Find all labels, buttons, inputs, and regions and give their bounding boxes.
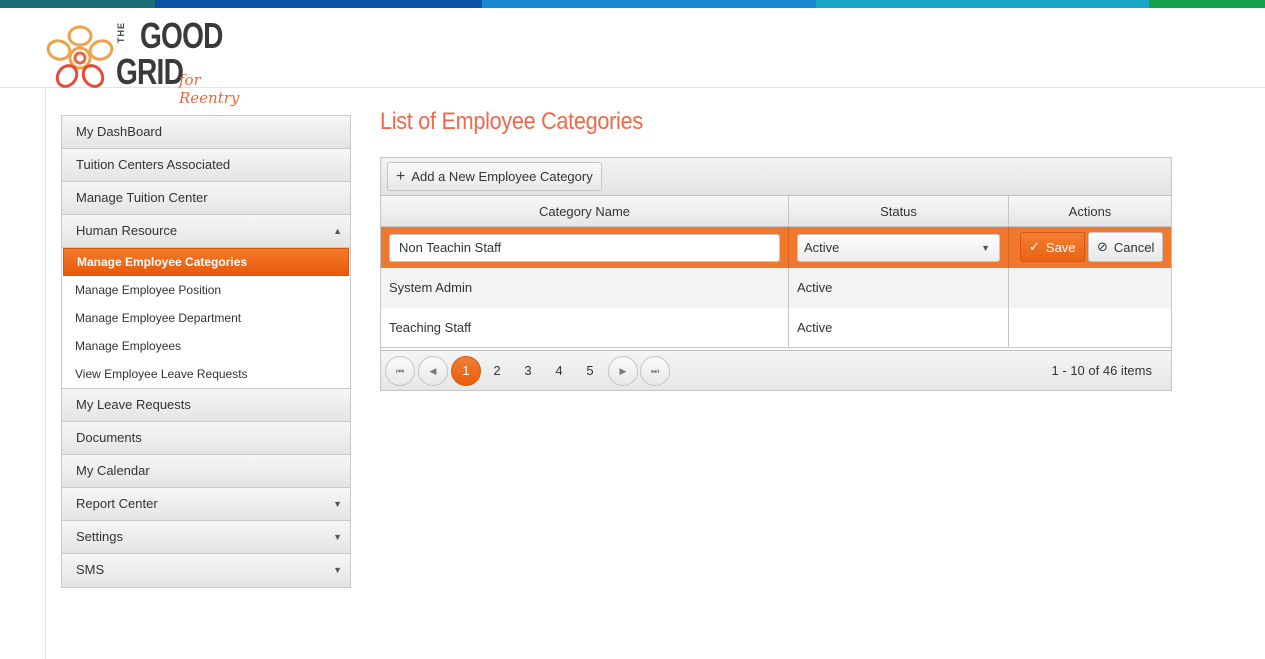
- last-page-icon[interactable]: ⏭: [640, 356, 670, 386]
- category-name-input[interactable]: Non Teachin Staff: [389, 234, 780, 262]
- pager-info: 1 - 10 of 46 items: [1051, 363, 1152, 378]
- status-select-value: Active: [804, 240, 840, 255]
- sidebar-item-label: My DashBoard: [76, 124, 162, 139]
- cell-status: Active: [789, 268, 1009, 308]
- sidebar-item-label: SMS: [76, 562, 105, 577]
- logo-tagline: for Reentry: [179, 71, 240, 107]
- sidebar: My DashBoard Tuition Centers Associated …: [61, 115, 351, 588]
- save-label: Save: [1045, 239, 1076, 255]
- page-5-button[interactable]: 5: [575, 356, 605, 386]
- sidebar-item-human-resource[interactable]: Human Resource ▲: [62, 215, 350, 248]
- sidebar-item-label: Documents: [76, 430, 142, 445]
- next-page-icon[interactable]: ▶: [608, 356, 638, 386]
- human-resource-submenu: Manage Employee Categories Manage Employ…: [62, 248, 350, 389]
- sidebar-item-label: My Calendar: [76, 463, 150, 478]
- status-select[interactable]: Active ▼: [797, 234, 1000, 262]
- logo-the: THE: [116, 22, 126, 43]
- sidebar-item-sms[interactable]: SMS ▼: [62, 554, 350, 587]
- grid-toolbar: + Add a New Employee Category: [381, 158, 1171, 196]
- column-header-actions: Actions: [1068, 204, 1112, 219]
- expand-arrow-icon: ▼: [333, 565, 342, 575]
- header: THE GOOD GRID for Reentry: [0, 8, 1265, 107]
- page-1-button[interactable]: 1: [451, 356, 481, 386]
- sidebar-item-label: Report Center: [76, 496, 158, 511]
- logo-grid: GRID: [116, 51, 184, 92]
- table-row[interactable]: Teaching Staff Active: [381, 308, 1171, 348]
- sidebar-item-label: Tuition Centers Associated: [76, 157, 231, 172]
- cell-category-name: System Admin: [381, 268, 789, 308]
- add-category-button[interactable]: + Add a New Employee Category: [387, 162, 602, 191]
- employee-categories-grid: + Add a New Employee Category Category N…: [380, 157, 1172, 391]
- sidebar-item-tuition-centers-associated[interactable]: Tuition Centers Associated: [62, 149, 350, 182]
- sidebar-item-manage-tuition-center[interactable]: Manage Tuition Center: [62, 182, 350, 215]
- prev-page-icon[interactable]: ◀: [418, 356, 448, 386]
- edit-cell-name: Non Teachin Staff: [381, 227, 789, 268]
- page-title: List of Employee Categories: [380, 108, 643, 135]
- top-color-bar: [0, 0, 1265, 8]
- submenu-item-manage-employees[interactable]: Manage Employees: [62, 332, 350, 360]
- sidebar-item-report-center[interactable]: Report Center ▼: [62, 488, 350, 521]
- dropdown-arrow-icon: ▼: [981, 243, 990, 253]
- cancel-icon: ⊘: [1097, 239, 1108, 254]
- submenu-item-manage-employee-position[interactable]: Manage Employee Position: [62, 276, 350, 304]
- edit-row: Non Teachin Staff Active ▼ ✓ Save ⊘ Canc…: [381, 227, 1171, 268]
- grid-header: Category Name Status Actions: [381, 196, 1171, 227]
- cell-actions: [1009, 268, 1171, 308]
- cancel-button[interactable]: ⊘ Cancel: [1088, 232, 1164, 262]
- submenu-item-manage-employee-categories[interactable]: Manage Employee Categories: [63, 248, 349, 276]
- sidebar-item-label: Manage Tuition Center: [76, 190, 208, 205]
- logo[interactable]: THE GOOD GRID for Reentry: [44, 15, 264, 107]
- table-row[interactable]: System Admin Active: [381, 268, 1171, 308]
- cell-actions: [1009, 308, 1171, 347]
- column-header-status[interactable]: Status: [789, 196, 1009, 226]
- sidebar-item-label: Human Resource: [76, 223, 178, 238]
- left-divider: [45, 88, 46, 659]
- add-category-label: Add a New Employee Category: [411, 169, 593, 184]
- sidebar-item-documents[interactable]: Documents: [62, 422, 350, 455]
- logo-good: GOOD: [140, 15, 223, 56]
- edit-cell-actions: ✓ Save ⊘ Cancel: [1009, 227, 1171, 268]
- cell-status: Active: [789, 308, 1009, 347]
- plus-icon: +: [396, 167, 406, 185]
- sidebar-item-my-calendar[interactable]: My Calendar: [62, 455, 350, 488]
- page-3-button[interactable]: 3: [513, 356, 543, 386]
- sidebar-item-label: Settings: [76, 529, 123, 544]
- flower-logo-icon: [46, 25, 114, 88]
- sidebar-item-settings[interactable]: Settings ▼: [62, 521, 350, 554]
- sidebar-item-label: My Leave Requests: [76, 397, 191, 412]
- first-page-icon[interactable]: ⏮: [385, 356, 415, 386]
- expand-arrow-icon: ▼: [333, 499, 342, 509]
- edit-cell-status: Active ▼: [789, 227, 1009, 268]
- submenu-item-view-leave-requests[interactable]: View Employee Leave Requests: [62, 360, 350, 388]
- cancel-label: Cancel: [1113, 239, 1155, 255]
- sidebar-item-dashboard[interactable]: My DashBoard: [62, 116, 350, 149]
- pager: ⏮ ◀ 1 2 3 4 5 ▶ ⏭ 1 - 10 of 46 items: [381, 350, 1171, 390]
- collapse-arrow-icon: ▲: [333, 226, 342, 236]
- save-button[interactable]: ✓ Save: [1020, 232, 1085, 262]
- cell-category-name: Teaching Staff: [381, 308, 789, 347]
- expand-arrow-icon: ▼: [333, 532, 342, 542]
- check-icon: ✓: [1029, 239, 1040, 254]
- page-2-button[interactable]: 2: [482, 356, 512, 386]
- submenu-item-manage-employee-department[interactable]: Manage Employee Department: [62, 304, 350, 332]
- page-4-button[interactable]: 4: [544, 356, 574, 386]
- sidebar-item-my-leave-requests[interactable]: My Leave Requests: [62, 389, 350, 422]
- column-header-category-name[interactable]: Category Name: [381, 196, 789, 226]
